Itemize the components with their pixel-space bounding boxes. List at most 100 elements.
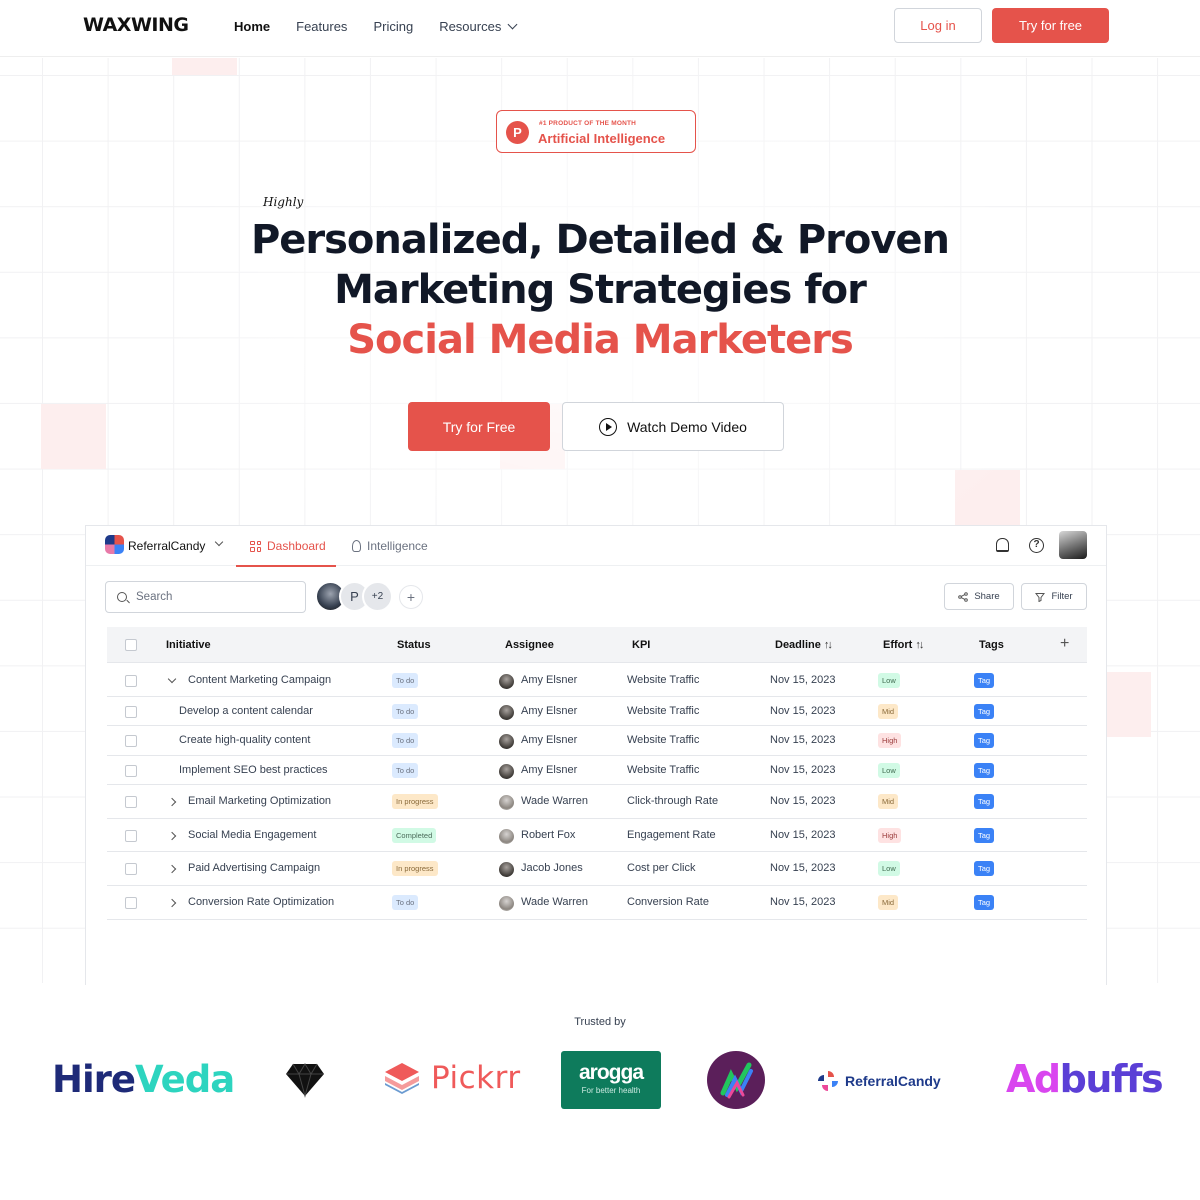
col-tags[interactable]: Tags xyxy=(979,639,1004,651)
nav-pricing[interactable]: Pricing xyxy=(373,19,413,34)
effort-badge[interactable]: Mid xyxy=(878,703,899,719)
circle-brand-logo xyxy=(707,1051,765,1109)
pickrr-logo-text: Pickrr xyxy=(431,1060,521,1096)
pickrr-logo-icon xyxy=(385,1063,419,1094)
table-row[interactable]: Conversion Rate Optimization To do Wade Wa… xyxy=(107,886,1087,920)
nav-links: Home Features Pricing Resources xyxy=(234,19,518,34)
status-badge[interactable]: To do xyxy=(392,703,419,719)
select-all-checkbox[interactable] xyxy=(125,639,137,651)
chevron-right-icon[interactable] xyxy=(167,898,177,908)
tag-badge[interactable]: Tag xyxy=(974,673,995,688)
effort-badge[interactable]: Low xyxy=(878,861,900,876)
table-row[interactable]: Develop a content calendar To do Amy Elsne… xyxy=(107,697,1087,726)
bell-icon[interactable] xyxy=(996,538,1009,552)
tag-badge[interactable]: Tag xyxy=(974,861,995,876)
row-checkbox[interactable] xyxy=(125,764,137,777)
filter-button[interactable]: Filter xyxy=(1021,583,1087,610)
initiative-name: Conversion Rate Optimization xyxy=(188,896,335,908)
tag-badge[interactable]: Tag xyxy=(974,794,995,809)
status-badge[interactable]: Completed xyxy=(392,827,437,843)
status-badge[interactable]: To do xyxy=(392,733,419,748)
assignee-name: Amy Elsner xyxy=(521,674,578,686)
tab-dashboard[interactable]: Dashboard xyxy=(236,539,336,567)
workspace-name[interactable]: ReferralCandy xyxy=(128,539,205,553)
table-row[interactable]: Content Marketing Campaign To do Amy Elsne… xyxy=(107,665,1087,697)
kpi-value: Website Traffic xyxy=(627,704,700,717)
row-checkbox[interactable] xyxy=(125,829,137,842)
effort-badge[interactable]: Mid xyxy=(878,895,899,910)
effort-badge[interactable]: Low xyxy=(878,673,900,688)
badge-caption: #1 PRODUCT OF THE MONTH xyxy=(539,120,637,127)
help-icon[interactable]: ? xyxy=(1029,538,1044,553)
arogga-logo-text: arogga xyxy=(578,1061,644,1084)
table-row[interactable]: Implement SEO best practices To do Amy Els… xyxy=(107,756,1087,785)
assignee-name: Wade Warren xyxy=(521,896,589,908)
row-checkbox[interactable] xyxy=(125,897,137,909)
row-checkbox[interactable] xyxy=(125,675,137,687)
product-hunt-icon: P xyxy=(506,121,529,144)
share-button[interactable]: Share xyxy=(944,583,1014,610)
status-badge[interactable]: In progress xyxy=(392,861,438,876)
tab-dashboard-label: Dashboard xyxy=(267,539,326,553)
watch-demo-button[interactable]: Watch Demo Video xyxy=(562,402,784,451)
add-column-button[interactable]: + xyxy=(1060,635,1069,653)
nav-resources[interactable]: Resources xyxy=(439,19,518,34)
chevron-down-icon[interactable] xyxy=(167,674,177,684)
chevron-right-icon[interactable] xyxy=(167,831,177,840)
tag-badge[interactable]: Tag xyxy=(974,762,995,778)
col-assignee[interactable]: Assignee xyxy=(505,639,554,651)
table-row[interactable]: Social Media Engagement Completed Robert F… xyxy=(107,819,1087,852)
search-placeholder: Search xyxy=(136,591,173,603)
badge-title: Artificial Intelligence xyxy=(538,131,666,146)
tag-badge[interactable]: Tag xyxy=(974,895,995,910)
effort-badge[interactable]: High xyxy=(878,733,902,748)
workspace-chevron-icon[interactable] xyxy=(214,537,224,547)
sort-icon[interactable]: ↑↓ xyxy=(824,639,833,651)
user-avatar[interactable] xyxy=(1059,531,1087,559)
status-badge[interactable]: To do xyxy=(392,895,419,910)
adbuffs-logo: Adbuffs xyxy=(1006,1057,1164,1101)
dashboard-grid-icon xyxy=(250,540,261,552)
hero-heading-line2: Marketing Strategies for xyxy=(334,267,867,313)
tag-badge[interactable]: Tag xyxy=(974,827,995,843)
col-deadline[interactable]: Deadline ↑↓ xyxy=(775,639,833,651)
search-icon xyxy=(117,592,127,602)
row-checkbox[interactable] xyxy=(125,796,137,808)
table-row[interactable]: Paid Advertising Campaign In progress Jaco… xyxy=(107,852,1087,886)
effort-badge[interactable]: Mid xyxy=(878,794,899,809)
chevron-right-icon[interactable] xyxy=(167,797,177,807)
share-icon xyxy=(958,591,969,602)
product-of-month-badge[interactable]: P #1 PRODUCT OF THE MONTH Artificial Int… xyxy=(496,110,696,153)
nav-features[interactable]: Features xyxy=(296,19,347,34)
table-row[interactable]: Email Marketing Optimization In progress W… xyxy=(107,785,1087,819)
col-status[interactable]: Status xyxy=(397,639,431,651)
tag-badge[interactable]: Tag xyxy=(974,733,995,748)
status-badge[interactable]: In progress xyxy=(392,794,438,809)
status-badge[interactable]: To do xyxy=(392,673,419,688)
search-input[interactable]: Search xyxy=(105,581,306,613)
chevron-right-icon[interactable] xyxy=(167,864,177,874)
col-effort[interactable]: Effort ↑↓ xyxy=(883,639,924,651)
tab-intelligence[interactable]: Intelligence xyxy=(352,539,428,553)
nav-home[interactable]: Home xyxy=(234,19,270,34)
effort-badge[interactable]: High xyxy=(878,827,902,843)
try-free-button[interactable]: Try for free xyxy=(992,8,1109,43)
row-checkbox[interactable] xyxy=(125,863,137,875)
app-topbar: ReferralCandy Dashboard Intelligence ? xyxy=(86,526,1106,567)
login-button[interactable]: Log in xyxy=(894,8,982,43)
tag-badge[interactable]: Tag xyxy=(974,703,995,719)
row-checkbox[interactable] xyxy=(125,705,137,718)
assignee-avatar xyxy=(499,704,514,720)
nav-resources-label: Resources xyxy=(439,19,502,34)
effort-badge[interactable]: Low xyxy=(878,762,900,778)
col-initiative[interactable]: Initiative xyxy=(166,639,211,651)
row-checkbox[interactable] xyxy=(125,735,137,747)
more-members-count[interactable]: +2 xyxy=(362,581,393,612)
try-for-free-cta[interactable]: Try for Free xyxy=(408,402,550,451)
add-member-button[interactable]: + xyxy=(399,585,423,609)
sort-icon[interactable]: ↑↓ xyxy=(915,639,924,651)
waxwing-logo[interactable]: WAXWING xyxy=(83,14,189,36)
status-badge[interactable]: To do xyxy=(392,762,419,778)
table-row[interactable]: Create high-quality content To do Amy Elsn… xyxy=(107,726,1087,756)
col-kpi[interactable]: KPI xyxy=(632,639,650,651)
